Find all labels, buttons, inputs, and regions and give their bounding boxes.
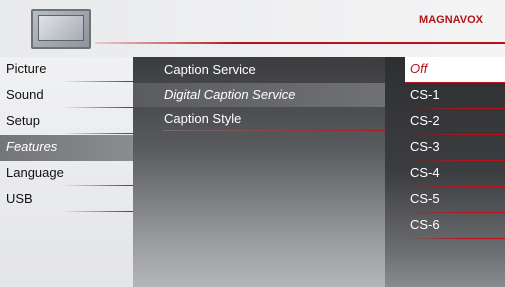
- menu-item-label: Picture: [6, 61, 47, 76]
- menu-item-label: Features: [6, 139, 58, 154]
- menu-item-label: USB: [6, 191, 33, 206]
- option-label: CS-3: [410, 139, 440, 154]
- main-menu: Picture Sound Setup Features Language US…: [0, 57, 133, 287]
- menu-item-sound[interactable]: Sound: [0, 83, 133, 109]
- header-bar: MAGNAVOX: [0, 0, 505, 57]
- item-underline: [405, 238, 505, 239]
- option-label: CS-1: [410, 87, 440, 102]
- tv-icon: [31, 9, 91, 49]
- option-cs-3[interactable]: CS-3: [405, 135, 505, 161]
- menu-item-label: Sound: [6, 87, 44, 102]
- option-label: CS-5: [410, 191, 440, 206]
- submenu-item-caption-service[interactable]: Caption Service: [133, 58, 385, 82]
- option-label: CS-2: [410, 113, 440, 128]
- features-submenu: Caption Service Digital Caption Service …: [133, 57, 385, 287]
- option-label: Off: [410, 61, 428, 76]
- menu-item-usb[interactable]: USB: [0, 187, 133, 213]
- submenu-item-label: Caption Service: [164, 62, 256, 77]
- submenu-item-label: Digital Caption Service: [164, 87, 296, 102]
- option-cs-4[interactable]: CS-4: [405, 161, 505, 187]
- menu-item-label: Language: [6, 165, 64, 180]
- menu-item-label: Setup: [6, 113, 40, 128]
- item-underline: [62, 107, 133, 108]
- item-underline: [62, 81, 133, 82]
- submenu-item-label: Caption Style: [164, 111, 242, 126]
- option-cs-1[interactable]: CS-1: [405, 83, 505, 109]
- item-underline: [163, 130, 385, 131]
- item-underline: [62, 185, 133, 186]
- options-list: Off CS-1 CS-2 CS-3 CS-4 CS-5 CS-6: [385, 57, 505, 287]
- tv-screen-graphic: [38, 15, 84, 41]
- submenu-item-digital-caption-service[interactable]: Digital Caption Service: [133, 83, 385, 107]
- option-label: CS-6: [410, 217, 440, 232]
- option-cs-6[interactable]: CS-6: [405, 213, 505, 239]
- header-divider: [95, 42, 505, 44]
- option-cs-2[interactable]: CS-2: [405, 109, 505, 135]
- item-underline: [62, 211, 133, 212]
- menu-item-language[interactable]: Language: [0, 161, 133, 187]
- submenu-item-caption-style[interactable]: Caption Style: [133, 107, 385, 131]
- option-label: CS-4: [410, 165, 440, 180]
- item-underline: [62, 133, 133, 134]
- option-off[interactable]: Off: [405, 57, 505, 83]
- menu-item-features[interactable]: Features: [0, 135, 133, 161]
- menu-item-setup[interactable]: Setup: [0, 109, 133, 135]
- brand-logo: MAGNAVOX: [419, 14, 483, 26]
- menu-item-picture[interactable]: Picture: [0, 57, 133, 83]
- option-cs-5[interactable]: CS-5: [405, 187, 505, 213]
